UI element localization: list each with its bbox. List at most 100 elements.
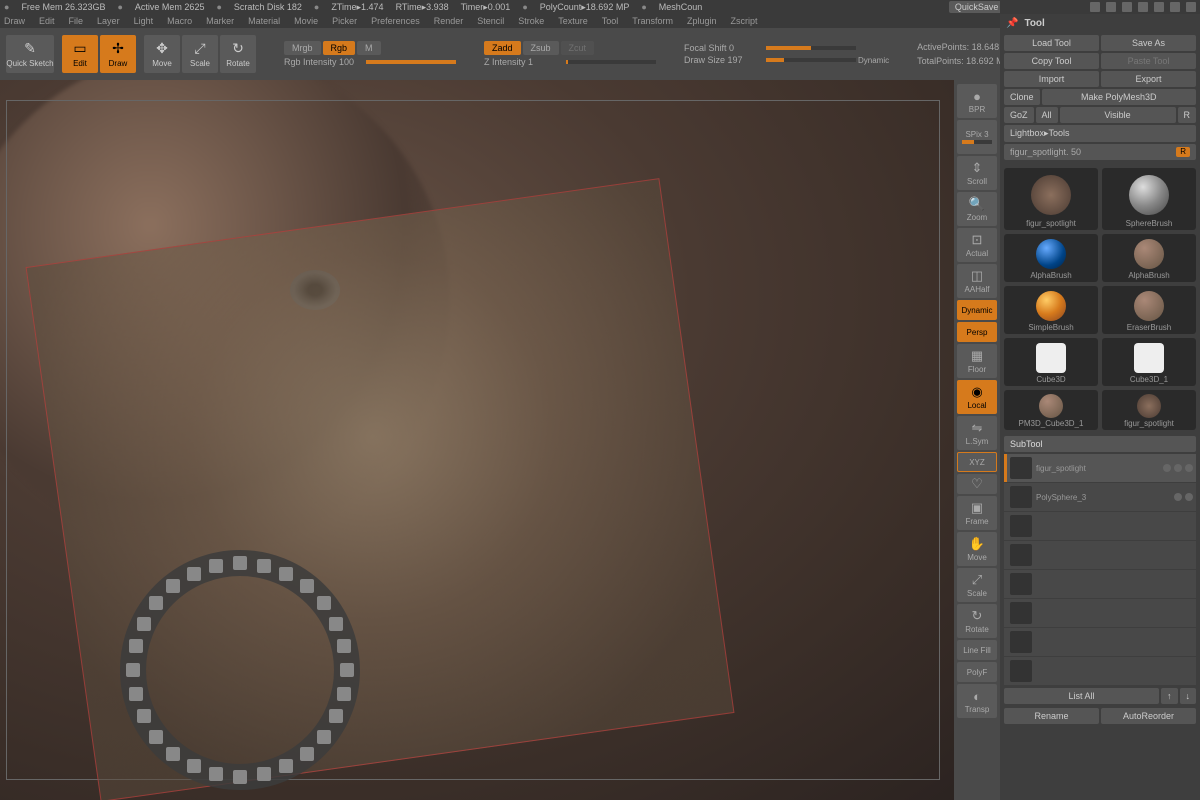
draw-size-slider[interactable] — [766, 58, 856, 62]
subtool-row[interactable] — [1004, 599, 1196, 627]
autoreorder-button[interactable]: AutoReorder — [1101, 708, 1196, 724]
polyf-button[interactable]: PolyF — [957, 662, 997, 682]
eye-icon[interactable] — [1185, 464, 1193, 472]
edit-button[interactable]: ▭Edit — [62, 35, 98, 73]
spotlight-dial-tool-icon[interactable] — [129, 639, 143, 653]
z-intensity-label[interactable]: Z Intensity 1 — [484, 57, 564, 67]
up-button[interactable]: ↑ — [1161, 688, 1178, 704]
m-button[interactable]: M — [357, 41, 381, 55]
spotlight-dial-tool-icon[interactable] — [166, 579, 180, 593]
lightbox-breadcrumb[interactable]: Lightbox▸Tools — [1004, 125, 1196, 142]
r-badge[interactable]: R — [1176, 147, 1190, 157]
make-polymesh-button[interactable]: Make PolyMesh3D — [1042, 89, 1196, 105]
tool-thumb[interactable]: AlphaBrush — [1102, 234, 1196, 282]
bpr-button[interactable]: ●BPR — [957, 84, 997, 118]
spix-button[interactable]: SPix 3 — [957, 120, 997, 154]
spotlight-dial-tool-icon[interactable] — [209, 559, 223, 573]
clone-button[interactable]: Clone — [1004, 89, 1040, 105]
menu-draw[interactable]: Draw — [4, 16, 25, 26]
zadd-button[interactable]: Zadd — [484, 41, 521, 55]
spotlight-dial-tool-icon[interactable] — [129, 687, 143, 701]
menu-stroke[interactable]: Stroke — [518, 16, 544, 26]
spotlight-dial-tool-icon[interactable] — [233, 770, 247, 784]
dynamic-button[interactable]: Dynamic — [957, 300, 997, 320]
menu-zplugin[interactable]: Zplugin — [687, 16, 717, 26]
quicksave-button[interactable]: QuickSave — [949, 1, 1005, 13]
focal-shift-slider[interactable] — [766, 46, 856, 50]
titlebar-icon[interactable] — [1186, 2, 1196, 12]
subtool-header[interactable]: SubTool — [1004, 436, 1196, 452]
menu-preferences[interactable]: Preferences — [371, 16, 420, 26]
menu-macro[interactable]: Macro — [167, 16, 192, 26]
scale-view-button[interactable]: ⤢Scale — [957, 568, 997, 602]
tool-slider[interactable]: figur_spotlight. 50 R — [1004, 144, 1196, 160]
spotlight-dial-tool-icon[interactable] — [337, 639, 351, 653]
titlebar-icon[interactable] — [1170, 2, 1180, 12]
subtool-row[interactable]: figur_spotlight — [1004, 454, 1196, 482]
eye-icon[interactable] — [1163, 464, 1171, 472]
transp-button[interactable]: ◐Transp — [957, 684, 997, 718]
subtool-row[interactable] — [1004, 628, 1196, 656]
titlebar-icon[interactable] — [1154, 2, 1164, 12]
aahalf-button[interactable]: ◫AAHalf — [957, 264, 997, 298]
actual-button[interactable]: ⊡Actual — [957, 228, 997, 262]
spotlight-dial-tool-icon[interactable] — [329, 709, 343, 723]
rgb-intensity-label[interactable]: Rgb Intensity 100 — [284, 57, 364, 67]
menu-zscript[interactable]: Zscript — [731, 16, 758, 26]
spotlight-dial-tool-icon[interactable] — [300, 747, 314, 761]
pin-icon[interactable]: 📌 — [1006, 18, 1018, 29]
paint-icon[interactable] — [1174, 464, 1182, 472]
paste-tool-button[interactable]: Paste Tool — [1101, 53, 1196, 69]
load-tool-button[interactable]: Load Tool — [1004, 35, 1099, 51]
subtool-row[interactable] — [1004, 541, 1196, 569]
headphones-button[interactable]: ♡ — [957, 474, 997, 494]
tool-thumb[interactable]: PM3D_Cube3D_1 — [1004, 390, 1098, 430]
menu-tool[interactable]: Tool — [602, 16, 619, 26]
linefill-button[interactable]: Line Fill — [957, 640, 997, 660]
spotlight-dial-tool-icon[interactable] — [337, 687, 351, 701]
list-all-button[interactable]: List All — [1004, 688, 1159, 704]
quick-sketch-button[interactable]: ✎Quick Sketch — [6, 35, 54, 73]
spotlight-dial-tool-icon[interactable] — [149, 730, 163, 744]
spotlight-dial-tool-icon[interactable] — [187, 567, 201, 581]
menu-movie[interactable]: Movie — [294, 16, 318, 26]
spotlight-dial-tool-icon[interactable] — [340, 663, 354, 677]
zoom-button[interactable]: 🔍Zoom — [957, 192, 997, 226]
focal-shift-label[interactable]: Focal Shift 0 — [684, 43, 764, 53]
scale-button[interactable]: ⤢Scale — [182, 35, 218, 73]
titlebar-icon[interactable] — [1122, 2, 1132, 12]
spotlight-dial-tool-icon[interactable] — [329, 617, 343, 631]
menu-light[interactable]: Light — [134, 16, 154, 26]
mrgb-button[interactable]: Mrgb — [284, 41, 321, 55]
menu-stencil[interactable]: Stencil — [477, 16, 504, 26]
spotlight-dial-tool-icon[interactable] — [149, 596, 163, 610]
menu-material[interactable]: Material — [248, 16, 280, 26]
spotlight-dial-tool-icon[interactable] — [137, 617, 151, 631]
spotlight-dial-tool-icon[interactable] — [233, 556, 247, 570]
down-button[interactable]: ↓ — [1180, 688, 1197, 704]
goz-all-button[interactable]: All — [1036, 107, 1058, 123]
spotlight-dial-tool-icon[interactable] — [317, 730, 331, 744]
menu-render[interactable]: Render — [434, 16, 464, 26]
tool-thumb[interactable]: Cube3D — [1004, 338, 1098, 386]
spotlight-dial-tool-icon[interactable] — [317, 596, 331, 610]
z-intensity-slider[interactable] — [566, 60, 656, 64]
spotlight-dial-tool-icon[interactable] — [137, 709, 151, 723]
subtool-row[interactable] — [1004, 570, 1196, 598]
draw-size-label[interactable]: Draw Size 197 — [684, 55, 764, 65]
goz-r-button[interactable]: R — [1178, 107, 1197, 123]
menu-marker[interactable]: Marker — [206, 16, 234, 26]
paint-icon[interactable] — [1185, 493, 1193, 501]
spotlight-dial-tool-icon[interactable] — [300, 579, 314, 593]
persp-button[interactable]: Persp — [957, 322, 997, 342]
scroll-button[interactable]: ⇕Scroll — [957, 156, 997, 190]
spotlight-dial-tool-icon[interactable] — [279, 759, 293, 773]
titlebar-icon[interactable] — [1106, 2, 1116, 12]
floor-button[interactable]: ▦Floor — [957, 344, 997, 378]
tool-thumb[interactable]: Cube3D_1 — [1102, 338, 1196, 386]
draw-button[interactable]: ✢Draw — [100, 35, 136, 73]
tool-thumb[interactable]: figur_spotlight — [1004, 168, 1098, 230]
save-as-button[interactable]: Save As — [1101, 35, 1196, 51]
copy-tool-button[interactable]: Copy Tool — [1004, 53, 1099, 69]
spotlight-dial-tool-icon[interactable] — [209, 767, 223, 781]
